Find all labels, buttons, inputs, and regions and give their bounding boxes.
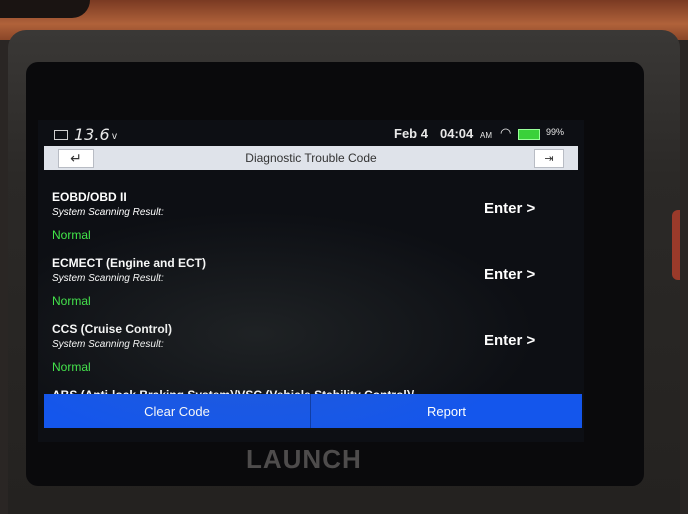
- enter-button[interactable]: Enter >: [484, 332, 535, 349]
- page-title: Diagnostic Trouble Code: [245, 151, 377, 165]
- report-button[interactable]: Report: [311, 394, 582, 428]
- action-button-bar: Clear Code Report: [44, 394, 582, 428]
- battery-icon: [518, 129, 540, 140]
- exit-button[interactable]: ⇥: [534, 149, 564, 168]
- clear-code-button[interactable]: Clear Code: [44, 394, 310, 428]
- system-result: Normal: [52, 228, 91, 242]
- status-time: 04:04: [440, 126, 474, 141]
- voltage-value: 13.6: [74, 125, 110, 144]
- system-sub-label: System Scanning Result:: [52, 273, 164, 284]
- system-sub-label: System Scanning Result:: [52, 207, 164, 218]
- system-sub-label: System Scanning Result:: [52, 339, 164, 350]
- system-result: Normal: [52, 294, 91, 308]
- system-name: EOBD/OBD II: [52, 190, 127, 204]
- status-ampm: AM: [480, 131, 492, 140]
- system-result: Normal: [52, 360, 91, 374]
- exit-icon: ⇥: [544, 153, 554, 165]
- car-battery-icon: [54, 130, 68, 140]
- system-name: CCS (Cruise Control): [52, 322, 172, 336]
- battery-percent: 99%: [546, 127, 565, 137]
- status-date: Feb 4: [394, 126, 428, 141]
- voltage-unit: v: [112, 131, 117, 142]
- enter-button[interactable]: Enter >: [484, 266, 535, 283]
- dashboard-shadow: [0, 0, 90, 18]
- wifi-icon: ◠: [500, 125, 512, 140]
- enter-button[interactable]: Enter >: [484, 200, 535, 217]
- device-screen: 13.6 v Feb 4 04:04 AM ◠ 99% ↵ Diagnostic…: [38, 120, 584, 442]
- title-bar: ↵ Diagnostic Trouble Code ⇥: [44, 146, 578, 170]
- brand-logo: LAUNCH: [246, 444, 362, 474]
- side-knob: [672, 210, 680, 280]
- status-bar: 13.6 v Feb 4 04:04 AM ◠ 99%: [38, 120, 584, 146]
- system-name: ECMECT (Engine and ECT): [52, 256, 206, 270]
